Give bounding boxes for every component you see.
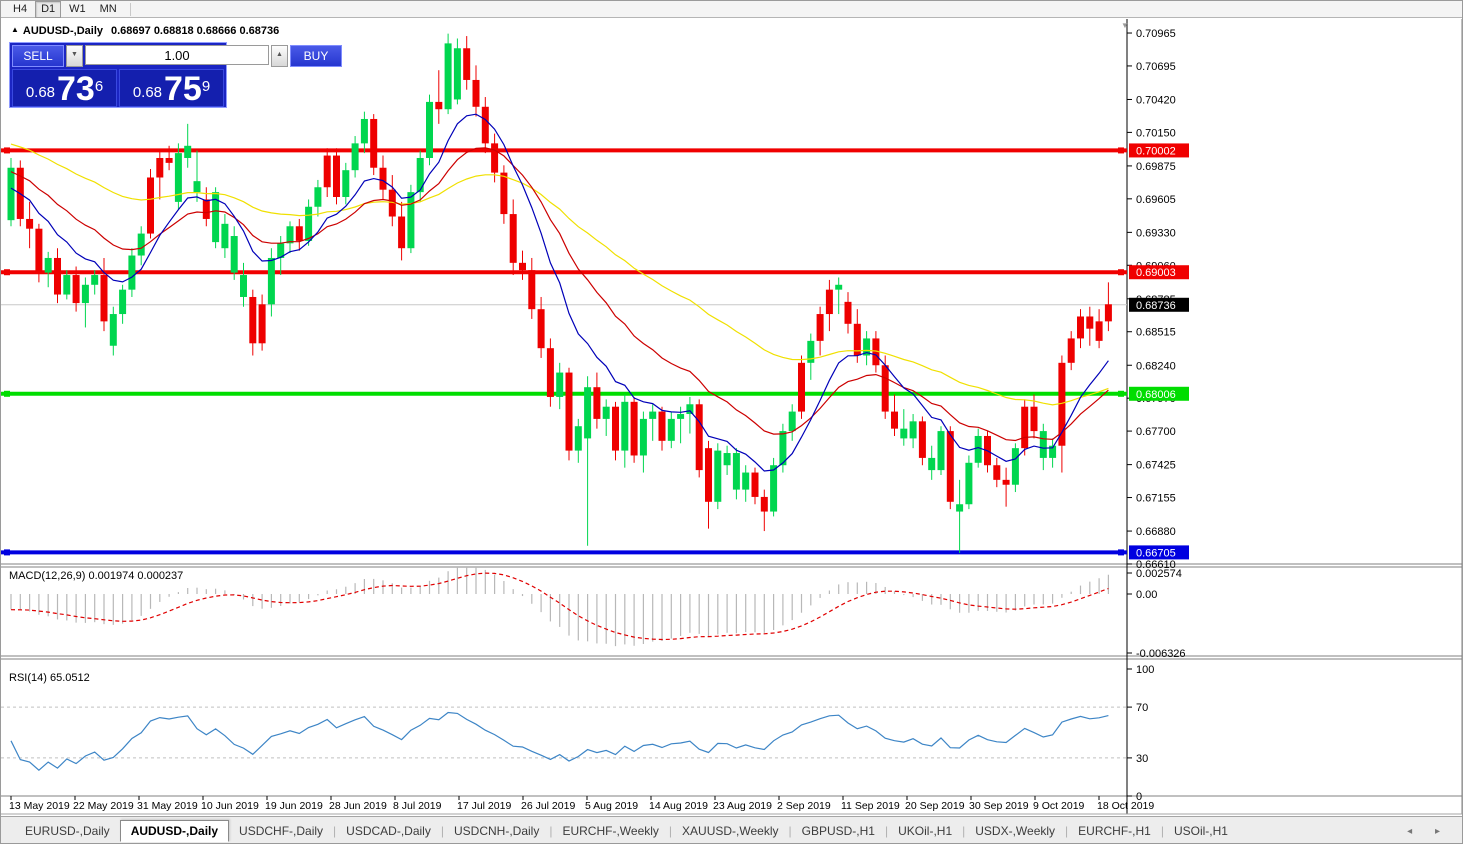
symbol-tab-usoil-h1[interactable]: USOil-,H1 <box>1164 821 1238 841</box>
symbol-tab-usdx-weekly[interactable]: USDX-,Weekly <box>965 821 1065 841</box>
svg-text:31 May 2019: 31 May 2019 <box>137 800 198 812</box>
one-click-trade-panel: SELL ▼ ▲ BUY 0.68 73 6 0.68 75 9 <box>9 42 342 108</box>
svg-text:0.67425: 0.67425 <box>1136 460 1176 472</box>
svg-text:28 Jun 2019: 28 Jun 2019 <box>329 800 387 812</box>
svg-text:11 Sep 2019: 11 Sep 2019 <box>841 800 900 812</box>
svg-text:0.68006: 0.68006 <box>1136 389 1176 401</box>
svg-text:0.70150: 0.70150 <box>1136 127 1176 139</box>
svg-text:8 Jul 2019: 8 Jul 2019 <box>393 800 442 812</box>
svg-text:19 Jun 2019: 19 Jun 2019 <box>265 800 323 812</box>
svg-text:0.70695: 0.70695 <box>1136 61 1176 73</box>
svg-text:0.66705: 0.66705 <box>1136 547 1176 559</box>
chart-canvas[interactable]: 0.70965 0.70695 0.70420 0.70150 0.69875 0.696… <box>1 18 1463 816</box>
svg-text:100: 100 <box>1136 664 1154 676</box>
svg-text:14 Aug 2019: 14 Aug 2019 <box>649 800 708 812</box>
svg-text:0.67155: 0.67155 <box>1136 493 1176 505</box>
rsi-indicator-label: RSI(14) 65.0512 <box>9 672 90 684</box>
svg-text:70: 70 <box>1136 702 1148 714</box>
timeframe-button-w1[interactable]: W1 <box>63 1 92 18</box>
buy-price-display[interactable]: 0.68 75 9 <box>119 69 224 107</box>
svg-text:0.68240: 0.68240 <box>1136 360 1176 372</box>
symbol-tab-eurusd-daily[interactable]: EURUSD-,Daily <box>15 821 120 841</box>
trading-platform-window: H4 D1 W1 MN 0.70965 0.70695 0.70420 0.70150 0.6… <box>0 0 1463 844</box>
svg-text:30: 30 <box>1136 753 1148 765</box>
sell-button[interactable]: SELL <box>12 45 64 67</box>
buy-price-base: 0.68 <box>132 84 163 101</box>
rsi-axis[interactable]: 10070300 <box>1127 664 1154 803</box>
volume-decrease-button[interactable]: ▼ <box>66 45 83 67</box>
svg-text:0.69875: 0.69875 <box>1136 161 1176 173</box>
svg-text:0.69003: 0.69003 <box>1136 267 1176 279</box>
symbol-tab-xauusd-weekly[interactable]: XAUUSD-,Weekly <box>672 821 788 841</box>
symbol-tab-usdchf-daily[interactable]: USDCHF-,Daily <box>229 821 333 841</box>
svg-text:0.69330: 0.69330 <box>1136 227 1176 239</box>
svg-text:13 May 2019: 13 May 2019 <box>9 800 70 812</box>
symbol-tab-ukoil-h1[interactable]: UKOil-,H1 <box>888 821 962 841</box>
sell-price-point: 6 <box>94 78 104 95</box>
volume-increase-button[interactable]: ▲ <box>271 45 288 67</box>
sell-price-display[interactable]: 0.68 73 6 <box>12 69 117 107</box>
symbol-tab-eurchf-h1[interactable]: EURCHF-,H1 <box>1068 821 1161 841</box>
svg-text:0.002574: 0.002574 <box>1136 568 1182 580</box>
date-axis[interactable]: 13 May 2019 22 May 2019 31 May 2019 10 Jun … <box>9 796 1154 812</box>
toolbar-separator <box>129 2 131 16</box>
svg-text:0.68515: 0.68515 <box>1136 327 1176 339</box>
macd-indicator-label: MACD(12,26,9) 0.001974 0.000237 <box>9 570 184 582</box>
price-axis-badge: 0.68006 <box>1129 386 1189 401</box>
timeframe-toolbar: H4 D1 W1 MN <box>1 1 1462 18</box>
timeframe-button-mn[interactable]: MN <box>94 1 123 18</box>
svg-text:18 Oct 2019: 18 Oct 2019 <box>1097 800 1154 812</box>
svg-text:2 Sep 2019: 2 Sep 2019 <box>777 800 831 812</box>
buy-price-pips: 75 <box>164 70 202 108</box>
chart-title-row: ▲ AUDUSD-,Daily 0.68697 0.68818 0.68666 0.… <box>11 25 279 37</box>
price-axis-badge: 0.69003 <box>1129 265 1189 280</box>
symbol-tab-bar: EURUSD-,Daily AUDUSD-,Daily USDCHF-,Daily |… <box>1 816 1462 843</box>
volume-input[interactable] <box>85 45 269 65</box>
svg-text:0.70965: 0.70965 <box>1136 28 1176 40</box>
svg-text:22 May 2019: 22 May 2019 <box>73 800 134 812</box>
symbol-tab-gbpusd-h1[interactable]: GBPUSD-,H1 <box>792 821 885 841</box>
svg-text:0.70420: 0.70420 <box>1136 94 1176 106</box>
rsi-line <box>10 711 1109 771</box>
svg-text:30 Sep 2019: 30 Sep 2019 <box>969 800 1029 812</box>
ohlc-values: 0.68697 0.68818 0.68666 0.68736 <box>111 25 280 37</box>
buy-price-point: 9 <box>201 78 211 95</box>
svg-text:0.00: 0.00 <box>1136 589 1157 601</box>
svg-text:-0.006326: -0.006326 <box>1136 648 1186 660</box>
chart-symbol-title: AUDUSD-,Daily <box>22 25 103 37</box>
symbol-tab-audusd-daily[interactable]: AUDUSD-,Daily <box>119 820 230 842</box>
buy-button[interactable]: BUY <box>290 45 342 67</box>
svg-text:9 Oct 2019: 9 Oct 2019 <box>1033 800 1085 812</box>
panel-frames <box>1 19 1462 815</box>
price-axis-badge: 0.70002 <box>1129 143 1189 158</box>
tab-scroll-arrows[interactable]: ◂ ▸ <box>1407 826 1450 837</box>
svg-text:10 Jun 2019: 10 Jun 2019 <box>201 800 259 812</box>
svg-text:0.67700: 0.67700 <box>1136 426 1176 438</box>
collapse-triangle-icon[interactable]: ▲ <box>11 25 19 34</box>
scroll-to-end-icon[interactable]: ▼ <box>1121 21 1129 30</box>
timeframe-button-d1[interactable]: D1 <box>35 1 62 18</box>
symbol-tab-usdcnh-daily[interactable]: USDCNH-,Daily <box>444 821 549 841</box>
symbol-tab-usdcad-daily[interactable]: USDCAD-,Daily <box>336 821 441 841</box>
sell-price-base: 0.68 <box>25 84 56 101</box>
svg-text:20 Sep 2019: 20 Sep 2019 <box>905 800 965 812</box>
svg-text:26 Jul 2019: 26 Jul 2019 <box>521 800 575 812</box>
price-axis-badge: 0.68736 <box>1129 297 1189 312</box>
svg-text:0.69605: 0.69605 <box>1136 194 1176 206</box>
macd-axis[interactable]: 0.002574 0.00 -0.006326 <box>1127 568 1186 660</box>
svg-text:0.70002: 0.70002 <box>1136 145 1176 157</box>
svg-text:0.68736: 0.68736 <box>1136 300 1176 312</box>
timeframe-button-h4[interactable]: H4 <box>7 1 33 18</box>
symbol-tab-eurchf-weekly[interactable]: EURCHF-,Weekly <box>552 821 668 841</box>
svg-text:17 Jul 2019: 17 Jul 2019 <box>457 800 511 812</box>
price-axis-badge: 0.66705 <box>1129 545 1189 560</box>
svg-text:5 Aug 2019: 5 Aug 2019 <box>585 800 638 812</box>
sell-price-pips: 73 <box>57 70 95 108</box>
svg-text:23 Aug 2019: 23 Aug 2019 <box>713 800 772 812</box>
svg-text:0.66880: 0.66880 <box>1136 526 1176 538</box>
